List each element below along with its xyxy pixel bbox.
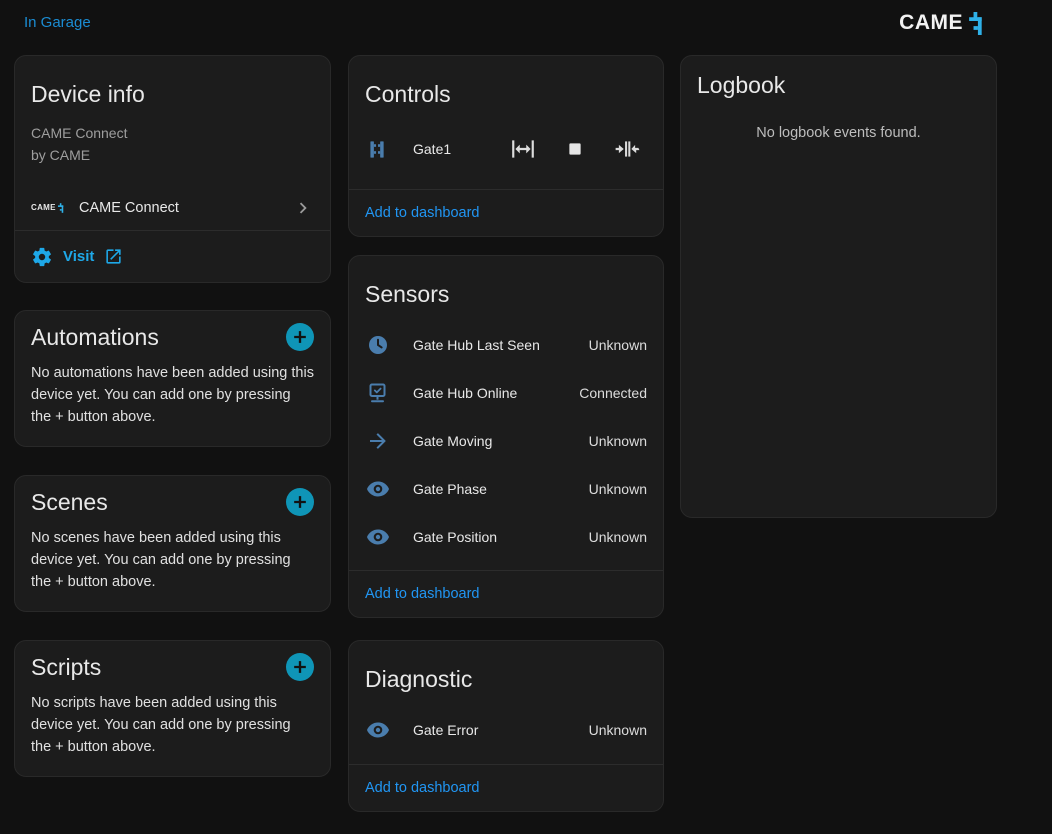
gear-icon <box>31 246 53 268</box>
diagnostic-card: Diagnostic Gate Error Unknown Add to das… <box>348 640 664 812</box>
came-mini-logo: CAME <box>31 203 71 213</box>
came-mini-logo-text: CAME <box>31 203 56 212</box>
gate-icon <box>365 136 391 162</box>
logbook-title: Logbook <box>681 56 996 99</box>
plus-icon <box>286 488 314 516</box>
scripts-title: Scripts <box>31 653 101 681</box>
sensor-row-gate-position[interactable]: Gate Position Unknown <box>349 513 663 561</box>
add-script-button[interactable] <box>286 653 314 681</box>
sensor-value: Unknown <box>589 433 647 449</box>
scenes-title: Scenes <box>31 488 108 516</box>
scripts-empty-text: No scripts have been added using this de… <box>15 692 330 758</box>
diagnostic-title: Diagnostic <box>349 641 663 693</box>
scenes-empty-text: No scenes have been added using this dev… <box>15 527 330 593</box>
sensor-name: Gate Hub Online <box>413 385 517 401</box>
stop-icon <box>562 136 588 162</box>
sensors-rows: Gate Hub Last Seen Unknown Gate Hub Onli… <box>349 321 663 561</box>
device-info-title: Device info <box>15 56 330 108</box>
sensor-row-gate-error[interactable]: Gate Error Unknown <box>349 706 663 754</box>
clock-icon <box>365 332 391 358</box>
came-brand-text: CAME <box>899 11 963 35</box>
sensors-add-to-dashboard-link[interactable]: Add to dashboard <box>365 586 479 602</box>
visit-link[interactable]: Visit <box>15 231 330 282</box>
plus-icon <box>286 653 314 681</box>
gate-entity-row[interactable]: Gate1 <box>349 125 663 173</box>
diagnostic-card-footer: Add to dashboard <box>349 764 663 811</box>
sensors-card-footer: Add to dashboard <box>349 570 663 617</box>
eye-icon <box>365 476 391 502</box>
integration-name: CAME Connect <box>79 200 179 216</box>
logbook-empty-text: No logbook events found. <box>681 125 996 141</box>
scenes-card: Scenes No scenes have been added using t… <box>14 475 331 612</box>
sensor-value: Unknown <box>589 722 647 738</box>
sensor-value: Unknown <box>589 337 647 353</box>
chevron-right-icon <box>292 197 314 219</box>
plus-icon <box>286 323 314 351</box>
sensor-name: Gate Phase <box>413 481 487 497</box>
sensor-name: Gate Position <box>413 529 497 545</box>
device-info-card: Device info CAME Connect by CAME CAME CA… <box>14 55 331 283</box>
scripts-card: Scripts No scripts have been added using… <box>14 640 331 777</box>
controls-add-to-dashboard-link[interactable]: Add to dashboard <box>365 205 479 221</box>
sensors-title: Sensors <box>349 256 663 308</box>
visit-label: Visit <box>63 248 94 265</box>
column-middle: Controls Gate1 <box>348 55 664 812</box>
sensor-row-gate-phase[interactable]: Gate Phase Unknown <box>349 465 663 513</box>
add-scene-button[interactable] <box>286 488 314 516</box>
arrow-right-icon <box>365 428 391 454</box>
came-mini-mark-icon <box>58 203 65 213</box>
controls-title: Controls <box>349 56 663 108</box>
monitor-check-icon <box>365 380 391 406</box>
eye-icon <box>365 524 391 550</box>
device-model: CAME Connect <box>31 122 314 144</box>
logbook-card: Logbook No logbook events found. <box>680 55 997 518</box>
stop-gate-button[interactable] <box>555 129 595 169</box>
eye-icon <box>365 717 391 743</box>
column-left: Device info CAME Connect by CAME CAME CA… <box>14 55 331 777</box>
open-gate-button[interactable] <box>503 129 543 169</box>
breadcrumb-area-link[interactable]: In Garage <box>24 14 91 31</box>
sensor-row-gate-moving[interactable]: Gate Moving Unknown <box>349 417 663 465</box>
close-gate-button[interactable] <box>607 129 647 169</box>
came-brand-logo: CAME <box>899 11 986 35</box>
sensor-name: Gate Moving <box>413 433 492 449</box>
automations-card: Automations No automations have been add… <box>14 310 331 447</box>
controls-card-footer: Add to dashboard <box>349 189 663 236</box>
integration-row[interactable]: CAME CAME Connect <box>15 185 330 230</box>
sensor-value: Unknown <box>589 529 647 545</box>
sensor-row-gate-hub-last-seen[interactable]: Gate Hub Last Seen Unknown <box>349 321 663 369</box>
sensor-name: Gate Error <box>413 722 478 738</box>
diagnostic-rows: Gate Error Unknown <box>349 706 663 754</box>
device-model-manufacturer: CAME Connect by CAME <box>15 122 330 166</box>
arrow-expand-horizontal-icon <box>510 136 536 162</box>
came-mark-icon <box>969 12 986 35</box>
sensors-card: Sensors Gate Hub Last Seen Unknown <box>348 255 664 618</box>
cover-control-buttons <box>503 129 647 169</box>
controls-card: Controls Gate1 <box>348 55 664 237</box>
sensor-value: Connected <box>579 385 647 401</box>
sensor-value: Unknown <box>589 481 647 497</box>
device-manufacturer: by CAME <box>31 144 314 166</box>
sensor-row-gate-hub-online[interactable]: Gate Hub Online Connected <box>349 369 663 417</box>
automations-title: Automations <box>31 323 159 351</box>
open-in-new-icon <box>104 247 123 266</box>
automations-empty-text: No automations have been added using thi… <box>15 362 330 428</box>
add-automation-button[interactable] <box>286 323 314 351</box>
diagnostic-add-to-dashboard-link[interactable]: Add to dashboard <box>365 780 479 796</box>
arrow-collapse-horizontal-icon <box>614 136 640 162</box>
column-right: Logbook No logbook events found. <box>680 55 997 518</box>
sensor-name: Gate Hub Last Seen <box>413 337 540 353</box>
gate-entity-name: Gate1 <box>413 141 451 157</box>
